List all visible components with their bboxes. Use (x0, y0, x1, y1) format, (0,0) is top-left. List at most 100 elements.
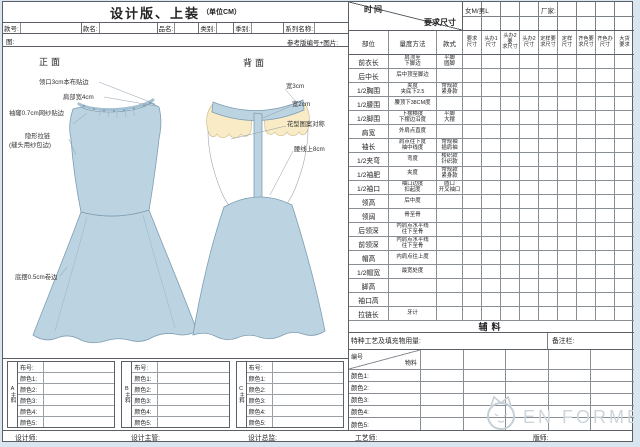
size-value-cell[interactable] (539, 69, 558, 82)
size-value-cell[interactable] (539, 237, 558, 250)
size-value-cell[interactable] (558, 111, 577, 124)
size-value-cell[interactable] (615, 97, 634, 110)
size-value-cell[interactable] (577, 279, 596, 292)
size-value-cell[interactable] (520, 265, 539, 278)
size-value-cell[interactable] (463, 209, 482, 222)
signature-designer[interactable]: 设计师: (15, 432, 37, 442)
size-value-cell[interactable] (520, 195, 539, 208)
size-value-cell[interactable] (539, 279, 558, 292)
size-value-cell[interactable] (501, 265, 520, 278)
size-value-cell[interactable] (596, 69, 615, 82)
size-value-cell[interactable] (558, 223, 577, 236)
size-value-cell[interactable] (482, 265, 501, 278)
header-cell[interactable] (577, 17, 596, 31)
size-value-cell[interactable] (596, 209, 615, 222)
size-value-cell[interactable] (577, 265, 596, 278)
remarks-label[interactable]: 备注栏: (548, 333, 634, 349)
size-value-cell[interactable] (596, 307, 615, 320)
size-value-cell[interactable] (463, 265, 482, 278)
size-value-cell[interactable] (539, 83, 558, 96)
size-value-cell[interactable] (482, 167, 501, 180)
size-value-cell[interactable] (501, 293, 520, 306)
fabric-field-input[interactable] (273, 395, 343, 405)
size-value-cell[interactable] (596, 153, 615, 166)
size-value-cell[interactable] (615, 55, 634, 68)
material-value-cell[interactable] (549, 418, 592, 430)
material-value-cell[interactable] (549, 394, 592, 405)
fabric-field-input[interactable] (158, 373, 228, 383)
material-column-cell[interactable] (506, 350, 549, 369)
material-value-cell[interactable] (421, 394, 464, 405)
size-value-cell[interactable] (558, 251, 577, 264)
size-value-cell[interactable] (463, 153, 482, 166)
size-value-cell[interactable] (596, 125, 615, 138)
size-value-cell[interactable] (596, 167, 615, 180)
material-column-cell[interactable] (464, 350, 507, 369)
size-value-cell[interactable] (558, 237, 577, 250)
size-value-cell[interactable] (501, 69, 520, 82)
size-value-cell[interactable] (520, 153, 539, 166)
size-value-cell[interactable] (615, 279, 634, 292)
size-value-cell[interactable] (596, 55, 615, 68)
material-value-cell[interactable] (464, 406, 507, 417)
material-column-cell[interactable] (591, 350, 634, 369)
size-value-cell[interactable] (520, 209, 539, 222)
size-value-cell[interactable] (596, 181, 615, 194)
size-value-cell[interactable] (463, 237, 482, 250)
size-value-cell[interactable] (577, 69, 596, 82)
material-value-cell[interactable] (506, 370, 549, 381)
size-value-cell[interactable] (577, 181, 596, 194)
material-value-cell[interactable] (421, 382, 464, 393)
size-value-cell[interactable] (596, 139, 615, 152)
size-value-cell[interactable] (577, 55, 596, 68)
size-value-cell[interactable] (463, 279, 482, 292)
size-value-cell[interactable] (520, 139, 539, 152)
material-value-cell[interactable] (506, 394, 549, 405)
size-value-cell[interactable] (463, 195, 482, 208)
size-value-cell[interactable] (539, 265, 558, 278)
fabric-field-input[interactable] (158, 417, 228, 427)
size-value-cell[interactable] (463, 139, 482, 152)
header-cell[interactable] (501, 17, 520, 31)
fabric-field-input[interactable] (273, 406, 343, 416)
size-value-cell[interactable] (501, 251, 520, 264)
size-value-cell[interactable] (482, 307, 501, 320)
size-value-cell[interactable] (615, 265, 634, 278)
signature-technician[interactable]: 工艺师: (355, 432, 377, 442)
size-value-cell[interactable] (539, 307, 558, 320)
size-value-cell[interactable] (482, 83, 501, 96)
size-value-cell[interactable] (520, 111, 539, 124)
size-value-cell[interactable] (501, 153, 520, 166)
material-value-cell[interactable] (506, 382, 549, 393)
fabric-field-input[interactable] (44, 373, 114, 383)
size-value-cell[interactable] (596, 293, 615, 306)
material-value-cell[interactable] (591, 418, 634, 430)
material-value-cell[interactable] (421, 418, 464, 430)
header-cell[interactable] (539, 17, 558, 31)
size-value-cell[interactable] (558, 293, 577, 306)
size-value-cell[interactable] (501, 237, 520, 250)
size-value-cell[interactable] (501, 125, 520, 138)
fabric-field-input[interactable] (273, 384, 343, 394)
fabric-field-input[interactable] (158, 395, 228, 405)
material-value-cell[interactable] (421, 370, 464, 381)
material-value-cell[interactable] (549, 370, 592, 381)
size-value-cell[interactable] (520, 125, 539, 138)
size-value-cell[interactable] (501, 167, 520, 180)
size-value-cell[interactable] (558, 83, 577, 96)
size-value-cell[interactable] (539, 111, 558, 124)
size-value-cell[interactable] (558, 97, 577, 110)
fabric-field-input[interactable] (273, 373, 343, 383)
size-value-cell[interactable] (577, 209, 596, 222)
size-value-cell[interactable] (463, 97, 482, 110)
size-value-cell[interactable] (558, 125, 577, 138)
size-value-cell[interactable] (501, 139, 520, 152)
size-value-cell[interactable] (501, 195, 520, 208)
size-value-cell[interactable] (558, 139, 577, 152)
size-value-cell[interactable] (596, 111, 615, 124)
size-value-cell[interactable] (577, 153, 596, 166)
header-cell[interactable] (615, 2, 634, 16)
size-value-cell[interactable] (539, 97, 558, 110)
size-value-cell[interactable] (482, 111, 501, 124)
size-value-cell[interactable] (596, 279, 615, 292)
